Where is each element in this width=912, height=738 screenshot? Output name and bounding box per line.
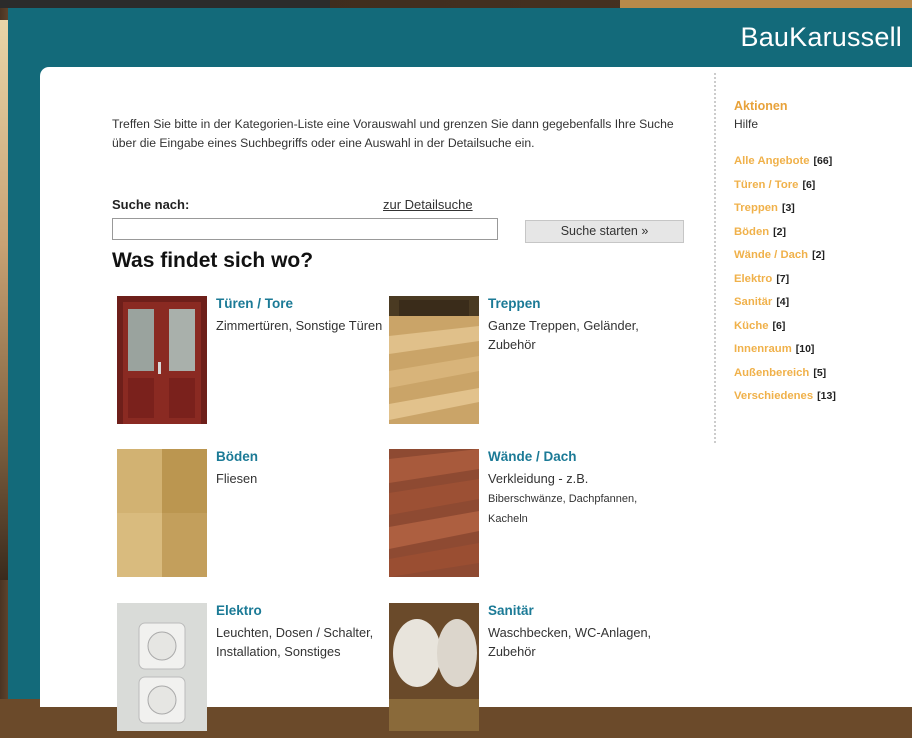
category-sanitaer[interactable]: Sanitär Waschbecken, WC-Anlagen, Zubehör bbox=[389, 603, 661, 738]
category-tueren[interactable]: Türen / Tore Zimmertüren, Sonstige Türen bbox=[117, 296, 389, 431]
category-elektro[interactable]: Elektro Leuchten, Dosen / Schalter, Inst… bbox=[117, 603, 389, 738]
door-thumbnail[interactable] bbox=[117, 296, 207, 424]
intro-text: Treffen Sie bitte in der Kategorien-List… bbox=[112, 117, 674, 150]
category-description: Waschbecken, WC-Anlagen, Zubehör bbox=[488, 625, 652, 659]
item-count: [66] bbox=[813, 155, 833, 167]
search-button[interactable]: Suche starten » bbox=[525, 220, 684, 243]
category-description: Zimmertüren, Sonstige Türen bbox=[216, 318, 383, 333]
floor-tiles-thumbnail[interactable] bbox=[117, 449, 207, 577]
item-count: [4] bbox=[776, 296, 790, 308]
site-logo[interactable]: BauKarussell bbox=[741, 22, 903, 53]
sidebar-item-elektro[interactable]: Elektro [7] bbox=[734, 273, 912, 297]
roof-tiles-thumbnail[interactable] bbox=[389, 449, 479, 577]
item-count: [7] bbox=[776, 272, 790, 285]
sidebar-item-waende-dach[interactable]: Wände / Dach [2] bbox=[734, 249, 912, 273]
sidebar-item-aussenbereich[interactable]: Außenbereich [5] bbox=[734, 367, 912, 391]
category-title[interactable]: Sanitär bbox=[488, 603, 534, 618]
sidebar-item-tueren-tore[interactable]: Türen / Tore [6] bbox=[734, 179, 912, 203]
sidebar-item-kueche[interactable]: Küche [6] bbox=[734, 320, 912, 344]
item-count: [2] bbox=[773, 225, 786, 238]
category-description: Verkleidung - z.B. Biberschwänze, Dachpf… bbox=[488, 471, 638, 525]
washbasin-thumbnail[interactable] bbox=[389, 603, 479, 731]
category-title[interactable]: Treppen bbox=[488, 296, 541, 311]
sidebar-divider bbox=[714, 73, 716, 443]
item-count: [2] bbox=[812, 249, 825, 261]
category-description: Leuchten, Dosen / Schalter, Installation… bbox=[216, 625, 374, 659]
stairs-thumbnail[interactable] bbox=[389, 296, 479, 424]
category-treppen[interactable]: Treppen Ganze Treppen, Geländer, Zubehör bbox=[389, 296, 661, 431]
sidebar-item-sanitaer[interactable]: Sanitär [4] bbox=[734, 296, 912, 320]
category-title[interactable]: Wände / Dach bbox=[488, 449, 577, 464]
item-count: [13] bbox=[817, 390, 836, 402]
section-title: Was findet sich wo? bbox=[112, 249, 314, 272]
category-description: Ganze Treppen, Geländer, Zubehör bbox=[488, 318, 639, 352]
item-count: [6] bbox=[772, 319, 786, 332]
background-photo-strip bbox=[0, 0, 330, 8]
category-title[interactable]: Türen / Tore bbox=[216, 296, 293, 311]
category-title[interactable]: Böden bbox=[216, 449, 258, 464]
search-input[interactable] bbox=[112, 218, 498, 240]
main-content: Treffen Sie bitte in der Kategorien-List… bbox=[40, 67, 912, 731]
sidebar-item-treppen[interactable]: Treppen [3] bbox=[734, 202, 912, 226]
item-count: [3] bbox=[781, 202, 795, 214]
search-label: Suche nach: bbox=[112, 197, 190, 212]
category-waende-dach[interactable]: Wände / Dach Verkleidung - z.B. Bibersch… bbox=[389, 449, 661, 584]
item-count: [5] bbox=[813, 366, 827, 379]
help-link[interactable]: Hilfe bbox=[734, 117, 912, 131]
detail-search-link[interactable]: zur Detailsuche bbox=[383, 197, 473, 212]
site-window: BauKarussell Treffen Sie bitte in der Ka… bbox=[8, 8, 912, 731]
sidebar-item-verschiedenes[interactable]: Verschiedenes [13] bbox=[734, 390, 912, 414]
category-boeden[interactable]: Böden Fliesen bbox=[117, 449, 389, 584]
item-count: [10] bbox=[795, 343, 815, 355]
item-count: [6] bbox=[802, 178, 816, 191]
sidebar-heading: Aktionen bbox=[734, 99, 788, 113]
socket-thumbnail[interactable] bbox=[117, 603, 207, 731]
sidebar-category-list: Alle Angebote [66] Türen / Tore [6] Treppe… bbox=[734, 155, 912, 414]
sidebar-item-alle-angebote[interactable]: Alle Angebote [66] bbox=[734, 155, 912, 179]
sidebar-item-innenraum[interactable]: Innenraum [10] bbox=[734, 343, 912, 367]
category-description: Fliesen bbox=[216, 471, 258, 486]
sidebar-item-boeden[interactable]: Böden [2] bbox=[734, 226, 912, 250]
category-title[interactable]: Elektro bbox=[216, 603, 262, 618]
sidebar: Aktionen Hilfe Alle Angebote [66] Türen /… bbox=[734, 99, 912, 414]
